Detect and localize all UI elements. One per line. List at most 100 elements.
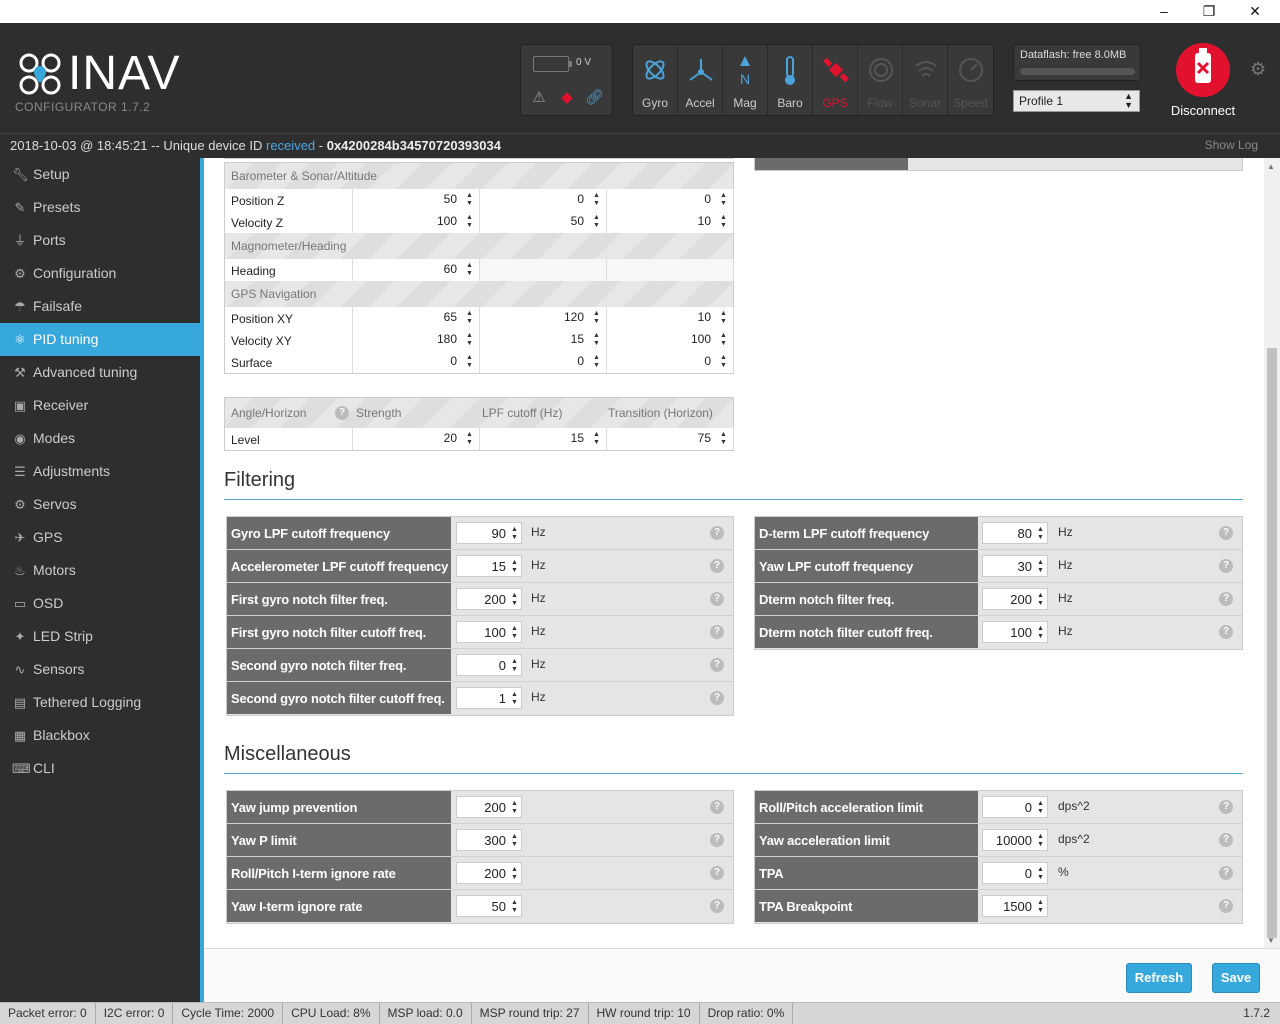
help-icon[interactable]: ? <box>710 866 724 880</box>
spinner-arrows-icon[interactable]: ▲ ▼ <box>593 310 600 326</box>
pid-input[interactable]: 0 ▲ ▼ <box>480 189 607 211</box>
maximize-button[interactable]: ❐ <box>1186 0 1232 23</box>
setting-input[interactable]: 50 ▲ ▼ <box>456 895 522 917</box>
sidebar-item-adjustments[interactable]: ☰ Adjustments <box>0 455 200 488</box>
help-icon[interactable]: ? <box>710 658 724 672</box>
help-icon[interactable]: ? <box>710 592 724 606</box>
spinner-arrows-icon[interactable]: ▲ ▼ <box>511 526 518 542</box>
spinner-arrows-icon[interactable]: ▲ ▼ <box>1037 800 1044 816</box>
setting-input[interactable]: 10000 ▲ ▼ <box>982 829 1048 851</box>
pid-input[interactable]: 0 ▲ ▼ <box>353 351 480 373</box>
spinner-arrows-icon[interactable]: ▲ ▼ <box>466 332 473 348</box>
setting-input[interactable]: 0 ▲ ▼ <box>982 796 1048 818</box>
setting-input[interactable]: 90 ▲ ▼ <box>456 522 522 544</box>
spinner-arrows-icon[interactable]: ▲ ▼ <box>1037 559 1044 575</box>
pid-input[interactable]: 180 ▲ ▼ <box>353 329 480 351</box>
help-icon[interactable]: ? <box>1219 559 1233 573</box>
level-input[interactable]: 20 ▲ ▼ <box>353 428 480 450</box>
scroll-thumb[interactable] <box>1267 348 1277 938</box>
setting-input[interactable]: 0 ▲ ▼ <box>456 654 522 676</box>
refresh-button[interactable]: Refresh <box>1126 963 1192 993</box>
spinner-arrows-icon[interactable]: ▲ ▼ <box>720 354 727 370</box>
scroll-up-icon[interactable]: ▲ <box>1267 162 1275 171</box>
sidebar-item-tethered-logging[interactable]: ▤ Tethered Logging <box>0 686 200 719</box>
sidebar-item-modes[interactable]: ◉ Modes <box>0 422 200 455</box>
level-input[interactable]: 15 ▲ ▼ <box>480 428 607 450</box>
spinner-arrows-icon[interactable]: ▲ ▼ <box>466 354 473 370</box>
pid-input[interactable]: 15 ▲ ▼ <box>480 329 607 351</box>
spinner-arrows-icon[interactable]: ▲ ▼ <box>720 332 727 348</box>
setting-input[interactable]: 1500 ▲ ▼ <box>982 895 1048 917</box>
setting-input[interactable]: 1 ▲ ▼ <box>456 687 522 709</box>
show-log-link[interactable]: Show Log <box>1205 138 1258 152</box>
spinner-arrows-icon[interactable]: ▲ ▼ <box>1037 592 1044 608</box>
help-icon[interactable]: ? <box>1219 866 1233 880</box>
help-icon[interactable]: ? <box>1219 899 1233 913</box>
help-icon[interactable]: ? <box>710 625 724 639</box>
pid-input[interactable]: 10 ▲ ▼ <box>607 211 734 233</box>
spinner-arrows-icon[interactable]: ▲ ▼ <box>593 354 600 370</box>
sidebar-item-setup[interactable]: 🔧︎ Setup <box>0 158 200 191</box>
spinner-arrows-icon[interactable]: ▲ ▼ <box>511 899 518 915</box>
sidebar-item-gps[interactable]: ✈ GPS <box>0 521 200 554</box>
pid-input[interactable]: 10 ▲ ▼ <box>607 307 734 329</box>
pid-input[interactable]: 100 ▲ ▼ <box>607 329 734 351</box>
scroll-down-icon[interactable]: ▼ <box>1267 936 1275 945</box>
spinner-arrows-icon[interactable]: ▲ ▼ <box>1037 833 1044 849</box>
setting-input[interactable]: 300 ▲ ▼ <box>456 829 522 851</box>
help-icon[interactable]: ? <box>335 406 349 420</box>
spinner-arrows-icon[interactable]: ▲ ▼ <box>511 866 518 882</box>
pid-input[interactable]: 100 ▲ ▼ <box>353 211 480 233</box>
sidebar-item-presets[interactable]: ✎ Presets <box>0 191 200 224</box>
help-icon[interactable]: ? <box>1219 800 1233 814</box>
setting-input[interactable]: 200 ▲ ▼ <box>456 862 522 884</box>
help-icon[interactable]: ? <box>710 899 724 913</box>
sidebar-item-advanced-tuning[interactable]: ⚒ Advanced tuning <box>0 356 200 389</box>
spinner-arrows-icon[interactable]: ▲ ▼ <box>720 214 727 230</box>
spinner-arrows-icon[interactable]: ▲ ▼ <box>593 192 600 208</box>
pid-input[interactable]: 60 ▲ ▼ <box>353 259 480 281</box>
sidebar-item-cli[interactable]: ⌨ CLI <box>0 752 200 785</box>
profile-select[interactable]: Profile 1 ▲ ▼ <box>1013 90 1140 112</box>
setting-input[interactable]: 80 ▲ ▼ <box>982 522 1048 544</box>
spinner-arrows-icon[interactable]: ▲ ▼ <box>511 625 518 641</box>
sidebar-item-pid-tuning[interactable]: ⚛ PID tuning <box>0 323 200 356</box>
spinner-arrows-icon[interactable]: ▲ ▼ <box>511 691 518 707</box>
spinner-arrows-icon[interactable]: ▲ ▼ <box>511 559 518 575</box>
sidebar-item-servos[interactable]: ⚙ Servos <box>0 488 200 521</box>
setting-input[interactable]: 100 ▲ ▼ <box>456 621 522 643</box>
spinner-arrows-icon[interactable]: ▲ ▼ <box>511 800 518 816</box>
pid-input[interactable]: 120 ▲ ▼ <box>480 307 607 329</box>
setting-input[interactable]: 0 ▲ ▼ <box>982 862 1048 884</box>
spinner-arrows-icon[interactable]: ▲ ▼ <box>511 592 518 608</box>
setting-input[interactable]: 100 ▲ ▼ <box>982 621 1048 643</box>
help-icon[interactable]: ? <box>710 691 724 705</box>
help-icon[interactable]: ? <box>710 800 724 814</box>
sidebar-item-ports[interactable]: ⏚ Ports <box>0 224 200 257</box>
disconnect-button[interactable]: Disconnect <box>1168 43 1238 123</box>
spinner-arrows-icon[interactable]: ▲ ▼ <box>511 658 518 674</box>
close-button[interactable]: ✕ <box>1232 0 1278 23</box>
spinner-arrows-icon[interactable]: ▲ ▼ <box>720 310 727 326</box>
pid-input[interactable]: 65 ▲ ▼ <box>353 307 480 329</box>
sidebar-item-configuration[interactable]: ⚙ Configuration <box>0 257 200 290</box>
help-icon[interactable]: ? <box>1219 592 1233 606</box>
spinner-arrows-icon[interactable]: ▲ ▼ <box>511 833 518 849</box>
sidebar-item-receiver[interactable]: ▣ Receiver <box>0 389 200 422</box>
spinner-arrows-icon[interactable]: ▲ ▼ <box>1037 526 1044 542</box>
sidebar-item-sensors[interactable]: ∿ Sensors <box>0 653 200 686</box>
pid-input[interactable]: 50 ▲ ▼ <box>480 211 607 233</box>
settings-gear-icon[interactable]: ⚙ <box>1250 59 1266 80</box>
spinner-arrows-icon[interactable]: ▲ ▼ <box>466 431 473 447</box>
setting-input[interactable]: 200 ▲ ▼ <box>456 588 522 610</box>
spinner-arrows-icon[interactable]: ▲ ▼ <box>466 192 473 208</box>
spinner-arrows-icon[interactable]: ▲ ▼ <box>593 431 600 447</box>
pid-input[interactable]: 0 ▲ ▼ <box>607 189 734 211</box>
help-icon[interactable]: ? <box>710 526 724 540</box>
sidebar-item-led-strip[interactable]: ✦ LED Strip <box>0 620 200 653</box>
spinner-arrows-icon[interactable]: ▲ ▼ <box>1037 899 1044 915</box>
spinner-arrows-icon[interactable]: ▲ ▼ <box>593 332 600 348</box>
sidebar-item-osd[interactable]: ▭ OSD <box>0 587 200 620</box>
spinner-arrows-icon[interactable]: ▲ ▼ <box>720 192 727 208</box>
minimize-button[interactable]: – <box>1141 0 1187 23</box>
